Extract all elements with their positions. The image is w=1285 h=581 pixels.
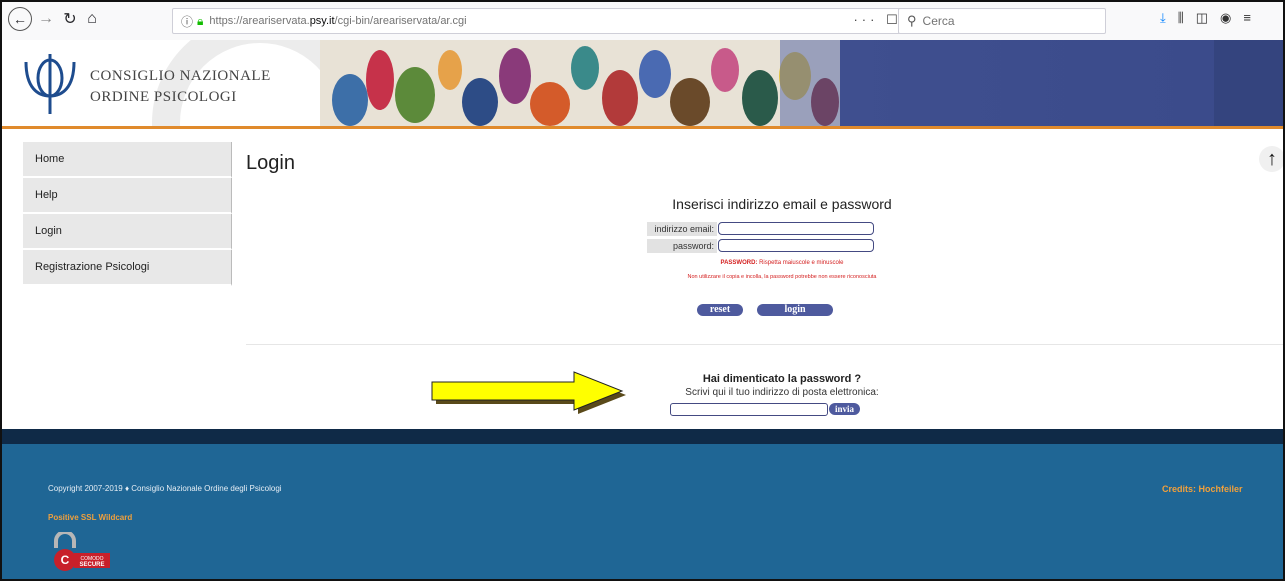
browser-window: ← → ↻ ⌂ ⓘ 🔒︎ https://areariservata.psy.i… [0, 0, 1285, 581]
account-icon[interactable]: ◉ [1220, 10, 1231, 26]
header-banner-end [1214, 40, 1283, 126]
password-notice: PASSWORD: Rispetta maiuscole e minuscole [562, 260, 1002, 266]
logo-line-1: CONSIGLIO NAZIONALE [90, 68, 271, 84]
login-heading: Inserisci indirizzo email e password [672, 196, 892, 212]
url-path: /cgi-bin/areariservata/ar.cgi [334, 15, 467, 27]
login-button[interactable]: login [757, 304, 833, 316]
comodo-secure-badge[interactable]: C COMODO SECURE [46, 532, 112, 572]
search-input[interactable]: ⚲ Cerca [898, 8, 1106, 34]
copyright-text: Copyright 2007-2019 ♦ Consiglio Nazional… [48, 484, 282, 493]
sidebar-item-help[interactable]: Help [23, 178, 232, 214]
sidebar-nav: Home Help Login Registrazione Psicologi [23, 142, 232, 286]
sidebar-item-label: Home [35, 153, 65, 165]
sidebar-item-login[interactable]: Login [23, 214, 232, 250]
page-title: Login [246, 152, 295, 174]
address-bar[interactable]: ⓘ 🔒︎ https://areariservata.psy.it/cgi-bi… [172, 8, 934, 34]
psi-logo-icon[interactable] [22, 52, 78, 116]
lock-icon[interactable]: 🔒︎ [197, 14, 203, 29]
section-divider [246, 344, 1283, 345]
svg-text:C: C [61, 553, 70, 567]
ssl-link[interactable]: Positive SSL Wildcard [48, 513, 132, 522]
copy-paste-notice: Non utilizzare il copia e incolla, la pa… [687, 274, 877, 280]
email-label: indirizzo email: [647, 222, 717, 236]
scroll-up-icon[interactable]: ↑ [1259, 146, 1283, 172]
sidebar-item-home[interactable]: Home [23, 142, 232, 178]
forgot-email-field[interactable] [670, 403, 828, 416]
logo-text[interactable]: CONSIGLIO NAZIONALE ORDINE PSICOLOGI [90, 66, 271, 108]
password-field[interactable] [718, 239, 874, 252]
crowd-illustration [320, 40, 840, 126]
password-label: password: [647, 239, 717, 253]
password-notice-text: Rispetta maiuscole e minuscole [757, 260, 844, 266]
download-icon[interactable]: ⤓ [1160, 10, 1166, 26]
forward-arrow-icon[interactable]: → [36, 7, 56, 31]
email-field[interactable] [718, 222, 874, 235]
browser-tools: ⤓ ⫼ ◫ ◉ ≡ [1160, 10, 1251, 26]
search-icon: ⚲ [907, 13, 917, 28]
back-arrow-icon[interactable]: ← [8, 7, 32, 31]
sidebar-item-registrazione[interactable]: Registrazione Psicologi [23, 250, 232, 286]
home-icon[interactable]: ⌂ [82, 7, 102, 31]
browser-toolbar: ← → ↻ ⌂ ⓘ 🔒︎ https://areariservata.psy.i… [2, 2, 1283, 41]
menu-icon[interactable]: ≡ [1243, 10, 1251, 26]
info-icon[interactable]: ⓘ [181, 13, 193, 30]
annotation-arrow [431, 371, 626, 414]
search-placeholder: Cerca [922, 14, 955, 28]
site-header: CONSIGLIO NAZIONALE ORDINE PSICOLOGI [2, 40, 1283, 129]
credits-link[interactable]: Credits: Hochfeiler [1162, 484, 1243, 494]
sidebar-icon[interactable]: ◫ [1196, 10, 1208, 26]
sidebar-item-label: Registrazione Psicologi [35, 261, 150, 273]
comodo-line-2: SECURE [79, 562, 104, 568]
url-domain: psy.it [309, 15, 335, 27]
reload-icon[interactable]: ↻ [60, 7, 80, 31]
invia-button[interactable]: invia [829, 403, 860, 415]
url-text[interactable]: https://areariservata.psy.it/cgi-bin/are… [209, 15, 466, 27]
sidebar-item-label: Help [35, 189, 58, 201]
reset-button[interactable]: reset [697, 304, 743, 316]
url-prefix: https://areariservata. [209, 15, 310, 27]
footer [2, 444, 1283, 579]
password-notice-bold: PASSWORD: [720, 260, 758, 266]
sidebar-item-label: Login [35, 225, 62, 237]
library-icon[interactable]: ⫼ [1178, 10, 1184, 26]
footer-band [2, 429, 1283, 444]
logo-line-2: ORDINE PSICOLOGI [90, 89, 237, 105]
